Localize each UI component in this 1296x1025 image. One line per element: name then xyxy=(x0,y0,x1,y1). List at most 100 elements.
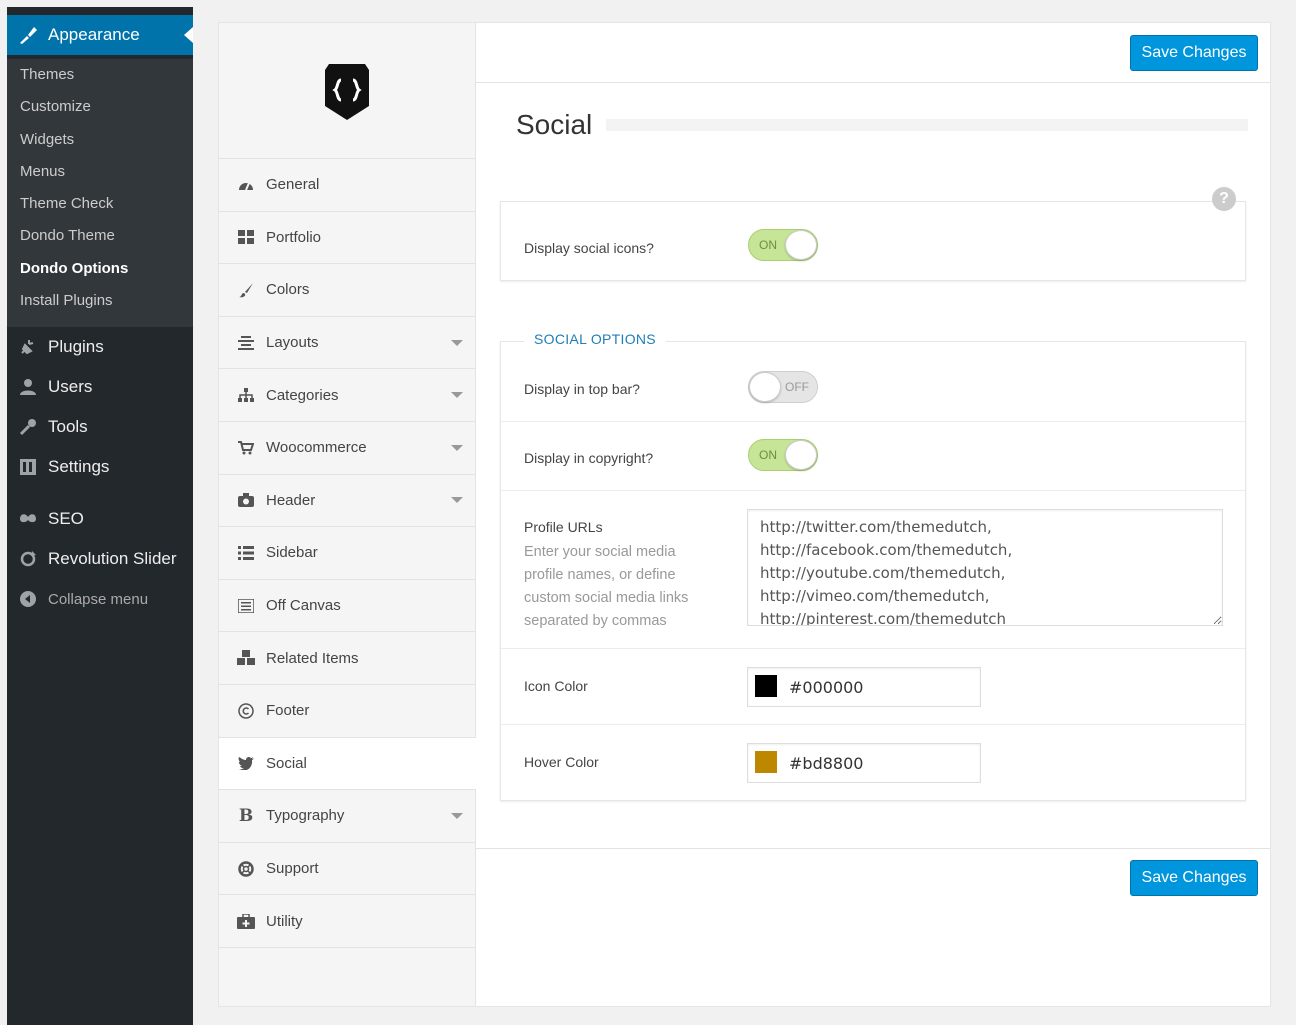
seo-icon xyxy=(17,508,39,530)
menu-tools-label: Tools xyxy=(48,417,88,436)
nav-colors-label: Colors xyxy=(266,281,310,299)
copyright-row: Display in copyright? ON xyxy=(501,422,1245,491)
nav-colors[interactable]: Colors xyxy=(219,264,475,317)
display-social-icons-toggle[interactable]: ON xyxy=(748,229,818,261)
nav-general[interactable]: General xyxy=(219,159,475,212)
icon-color-row: Icon Color #000000 xyxy=(501,649,1245,725)
nav-header-label: Header xyxy=(266,491,316,509)
nav-support[interactable]: Support xyxy=(219,843,475,896)
appearance-submenu: Themes Customize Widgets Menus Theme Che… xyxy=(7,59,193,327)
submenu-dondo-theme[interactable]: Dondo Theme xyxy=(7,220,193,252)
display-social-icons-row: Display social icons? ON xyxy=(501,202,1245,280)
nav-off-canvas[interactable]: Off Canvas xyxy=(219,580,475,633)
lines-icon xyxy=(236,597,256,615)
submenu-menus[interactable]: Menus xyxy=(7,156,193,188)
nav-social-label: Social xyxy=(266,754,307,772)
menu-seo[interactable]: SEO xyxy=(7,499,193,539)
hover-color-field[interactable]: #bd8800 xyxy=(747,743,981,783)
icon-color-field[interactable]: #000000 xyxy=(747,667,981,707)
toggle-state-label: ON xyxy=(759,238,777,252)
chevron-down-icon xyxy=(451,339,463,346)
menu-appearance[interactable]: Appearance xyxy=(7,15,193,55)
hover-color-swatch[interactable] xyxy=(755,751,777,773)
chevron-down-icon xyxy=(451,392,463,399)
collapse-icon xyxy=(17,588,39,610)
bottom-action-bar xyxy=(476,848,1270,849)
help-icon[interactable]: ? xyxy=(1212,187,1236,211)
copyright-toggle[interactable]: ON xyxy=(748,439,818,471)
nav-categories[interactable]: Categories xyxy=(219,369,475,422)
menu-users-label: Users xyxy=(48,377,93,396)
icon-color-value: #000000 xyxy=(789,678,864,697)
nav-footer-label: Footer xyxy=(266,702,310,720)
submenu-widgets[interactable]: Widgets xyxy=(7,124,193,156)
menu-revolution-slider[interactable]: Revolution Slider xyxy=(7,539,193,579)
nav-typography[interactable]: B Typography xyxy=(219,790,475,843)
options-content: Save Changes Social Display social icons… xyxy=(476,23,1270,1006)
shield-logo-icon xyxy=(325,63,369,120)
admin-menu: Plugins Users Tools Settings SEO Revolut… xyxy=(7,327,193,619)
nav-related-items-label: Related Items xyxy=(266,649,359,667)
submenu-theme-check[interactable]: Theme Check xyxy=(7,188,193,220)
collapse-menu-label: Collapse menu xyxy=(48,590,149,608)
submenu-customize[interactable]: Customize xyxy=(7,91,193,123)
icon-color-label: Icon Color xyxy=(524,678,588,694)
users-icon xyxy=(17,376,39,398)
nav-sidebar[interactable]: Sidebar xyxy=(219,527,475,580)
display-social-box: Display social icons? ON xyxy=(500,201,1246,281)
nav-typography-label: Typography xyxy=(266,807,345,825)
hover-color-label: Hover Color xyxy=(524,754,599,770)
chevron-down-icon xyxy=(451,497,463,504)
save-changes-button-bottom[interactable]: Save Changes xyxy=(1130,860,1258,896)
nav-support-label: Support xyxy=(266,860,319,878)
options-nav: General Portfolio Colors Layouts Categor… xyxy=(219,23,476,1006)
nav-layouts-label: Layouts xyxy=(266,334,319,352)
top-bar-row: Display in top bar? OFF xyxy=(501,342,1245,422)
submenu-themes[interactable]: Themes xyxy=(7,59,193,91)
copyright-label: Display in copyright? xyxy=(524,450,654,466)
nav-utility[interactable]: Utility xyxy=(219,895,475,948)
collapse-menu[interactable]: Collapse menu xyxy=(7,579,193,619)
cubes-icon xyxy=(236,649,256,667)
nav-layouts[interactable]: Layouts xyxy=(219,317,475,370)
nav-social[interactable]: Social xyxy=(219,737,476,791)
menu-seo-label: SEO xyxy=(48,509,84,528)
cart-icon xyxy=(236,439,256,457)
nav-general-label: General xyxy=(266,176,320,194)
lifebuoy-icon xyxy=(236,860,256,878)
nav-portfolio-label: Portfolio xyxy=(266,228,322,246)
top-bar-label: Display in top bar? xyxy=(524,381,640,397)
chevron-down-icon xyxy=(451,812,463,819)
sitemap-icon xyxy=(236,386,256,404)
nav-woocommerce[interactable]: Woocommerce xyxy=(219,422,475,475)
social-options-box: Display in top bar? OFF Display in copyr… xyxy=(500,341,1246,801)
toggle-state-label: OFF xyxy=(785,380,809,394)
nav-portfolio[interactable]: Portfolio xyxy=(219,212,475,265)
menu-revolution-slider-label: Revolution Slider xyxy=(48,549,177,568)
icon-color-swatch[interactable] xyxy=(755,675,777,697)
grid-icon xyxy=(236,228,256,246)
menu-tools[interactable]: Tools xyxy=(7,407,193,447)
submenu-dondo-options[interactable]: Dondo Options xyxy=(7,253,193,285)
dashboard-icon xyxy=(236,176,256,194)
title-divider xyxy=(606,119,1248,131)
twitter-icon xyxy=(236,754,256,772)
toggle-knob xyxy=(785,230,817,260)
menu-settings[interactable]: Settings xyxy=(7,447,193,487)
profile-urls-label: Profile URLs xyxy=(524,519,603,535)
settings-icon xyxy=(17,456,39,478)
menu-plugins[interactable]: Plugins xyxy=(7,327,193,367)
toggle-state-label: ON xyxy=(759,448,777,462)
nav-header[interactable]: Header xyxy=(219,475,475,528)
bold-icon: B xyxy=(238,805,254,826)
profile-urls-textarea[interactable]: http://twitter.com/themedutch, http://fa… xyxy=(747,509,1223,626)
save-changes-button-top[interactable]: Save Changes xyxy=(1130,35,1258,71)
top-bar-toggle[interactable]: OFF xyxy=(748,371,818,403)
nav-related-items[interactable]: Related Items xyxy=(219,632,475,685)
menu-users[interactable]: Users xyxy=(7,367,193,407)
menu-appearance-label: Appearance xyxy=(48,25,140,44)
submenu-install-plugins[interactable]: Install Plugins xyxy=(7,285,193,317)
nav-woocommerce-label: Woocommerce xyxy=(266,439,367,457)
nav-footer[interactable]: Footer xyxy=(219,685,475,738)
copyright-icon xyxy=(236,702,256,720)
